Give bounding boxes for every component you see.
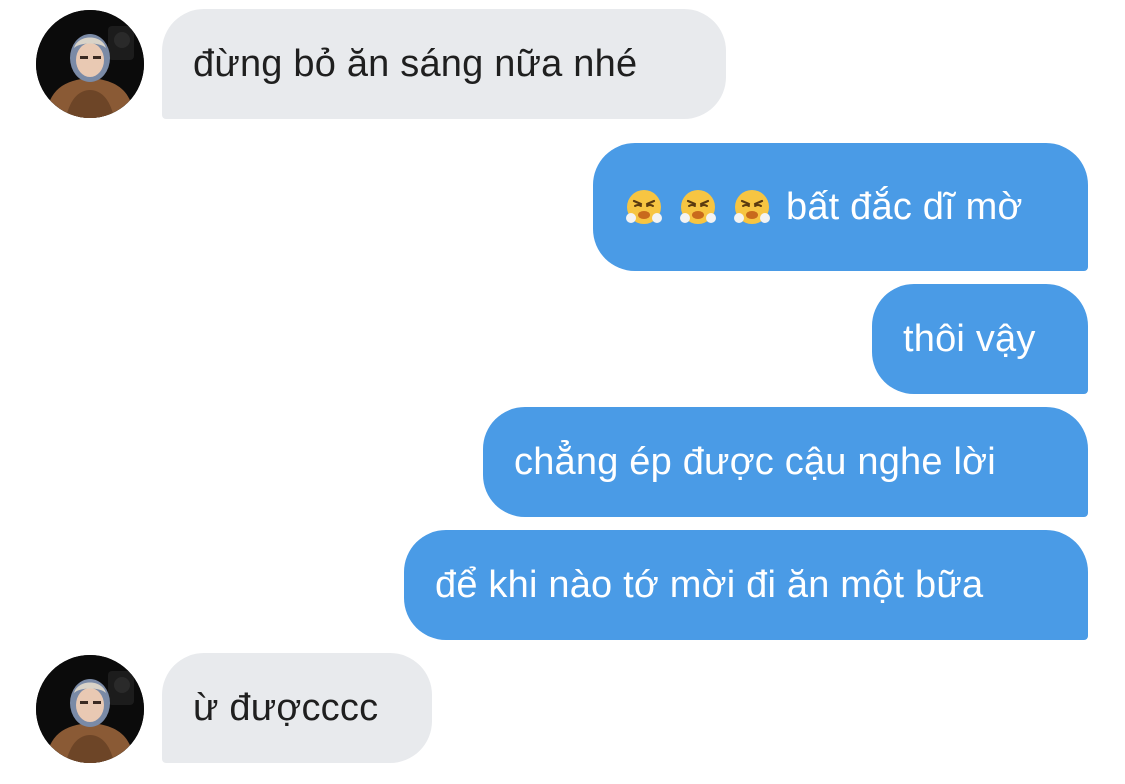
contact-avatar[interactable] xyxy=(36,10,144,118)
face-with-steam-from-nose-icon xyxy=(678,187,718,227)
message-bubble-outgoing[interactable]: để khi nào tớ mời đi ăn một bữa xyxy=(404,530,1088,640)
message-text: ừ đượcccc xyxy=(193,687,379,729)
face-with-steam-from-nose-icon xyxy=(624,187,664,227)
chat-thread: đừng bỏ ăn sáng nữa nhé bất đắc dĩ mờ th… xyxy=(0,0,1125,784)
message-bubble-outgoing[interactable]: thôi vậy xyxy=(872,284,1088,394)
message-text: đừng bỏ ăn sáng nữa nhé xyxy=(193,43,638,85)
message-text: để khi nào tớ mời đi ăn một bữa xyxy=(435,564,984,606)
face-with-steam-from-nose-icon xyxy=(732,187,772,227)
message-text: bất đắc dĩ mờ xyxy=(786,186,1023,228)
message-bubble-outgoing[interactable]: bất đắc dĩ mờ xyxy=(593,143,1088,271)
message-bubble-incoming[interactable]: ừ đượcccc xyxy=(162,653,432,763)
message-bubble-outgoing[interactable]: chẳng ép được cậu nghe lời xyxy=(483,407,1088,517)
contact-avatar[interactable] xyxy=(36,655,144,763)
avatar-photo-icon xyxy=(36,655,144,763)
message-text: chẳng ép được cậu nghe lời xyxy=(514,441,996,483)
message-bubble-incoming[interactable]: đừng bỏ ăn sáng nữa nhé xyxy=(162,9,726,119)
avatar-photo-icon xyxy=(36,10,144,118)
message-text: thôi vậy xyxy=(903,318,1036,360)
